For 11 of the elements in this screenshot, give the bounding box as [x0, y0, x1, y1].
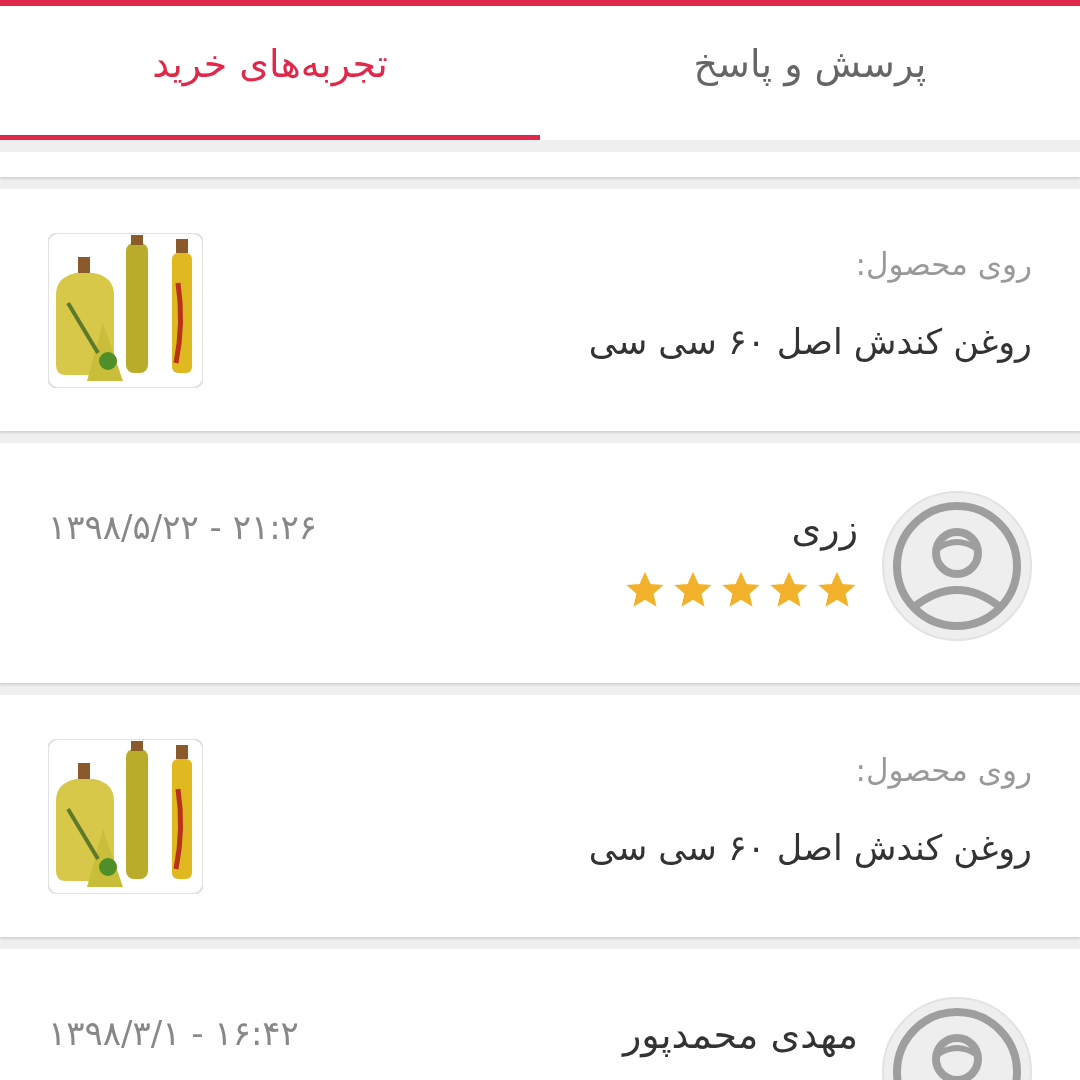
product-card[interactable]: روی محصول: روغن کندش اصل ۶۰ سی سی [0, 695, 1080, 937]
product-card[interactable]: روی محصول: روغن کندش اصل ۶۰ سی سی [0, 189, 1080, 431]
product-caption: روی محصول: [855, 246, 1032, 282]
review-date: ۱۳۹۸/۵/۲۲ - ۲۱:۲۶ [48, 507, 318, 547]
author-name: مهدی محمدپور [623, 1013, 858, 1057]
product-title: روغن کندش اصل ۶۰ سی سی [588, 828, 1032, 868]
avatar-icon [882, 491, 1032, 641]
author-name: زری [791, 507, 858, 551]
product-caption: روی محصول: [855, 752, 1032, 788]
product-title: روغن کندش اصل ۶۰ سی سی [588, 322, 1032, 362]
review-date: ۱۳۹۸/۳/۱ - ۱۶:۴۲ [48, 1013, 299, 1053]
